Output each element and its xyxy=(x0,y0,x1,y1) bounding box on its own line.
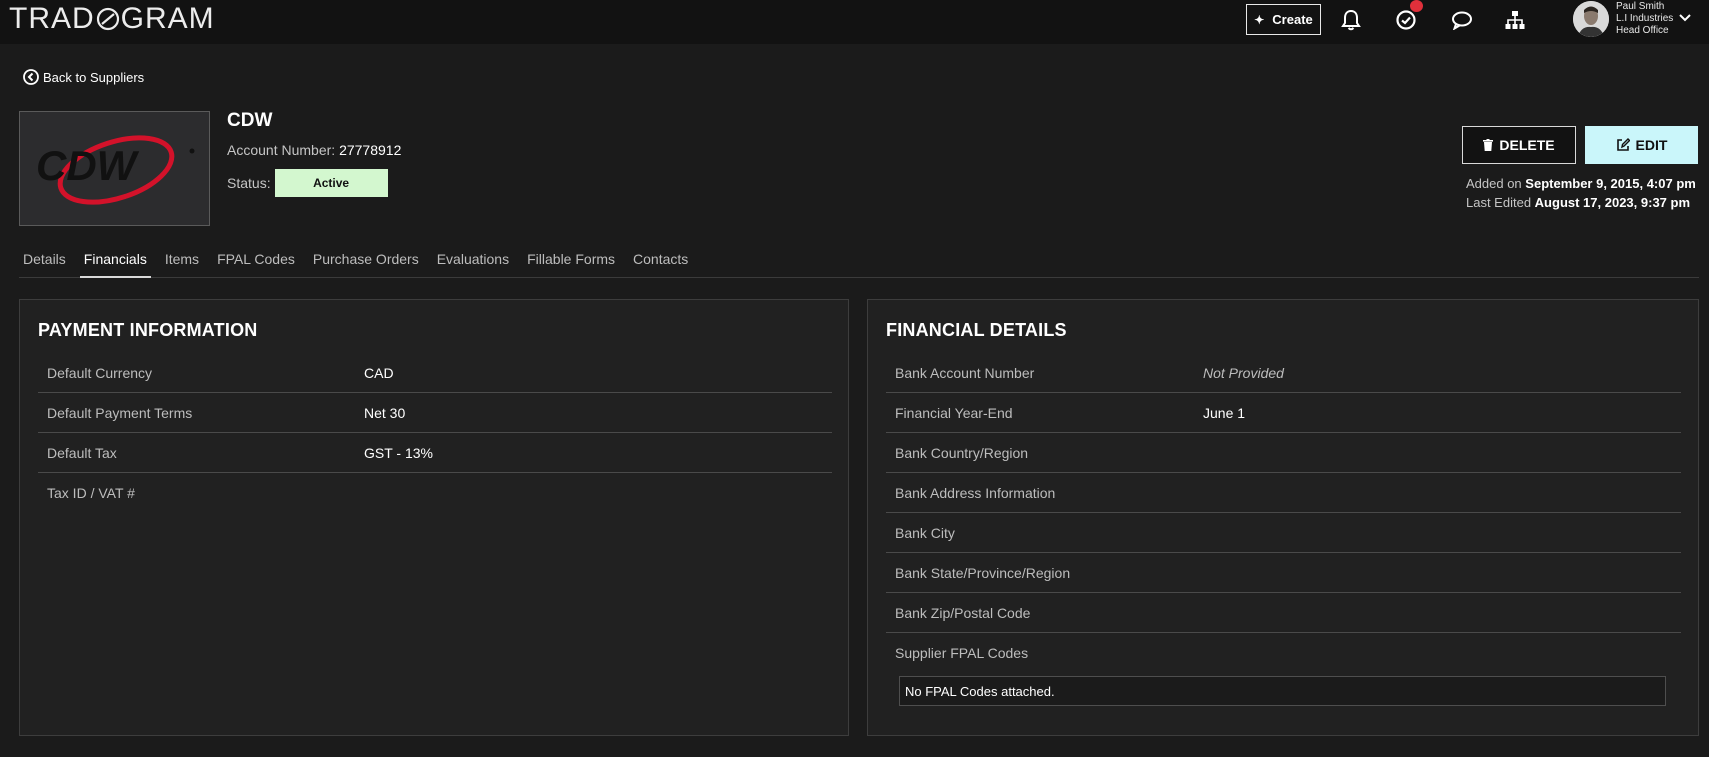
row-label: Tax ID / VAT # xyxy=(47,485,135,501)
avatar[interactable] xyxy=(1573,1,1609,37)
delete-button-label: DELETE xyxy=(1499,137,1555,153)
org-chart-icon xyxy=(1505,11,1525,29)
table-row: Default Tax GST - 13% xyxy=(38,433,832,473)
row-label: Bank City xyxy=(895,524,955,541)
panel-title: FINANCIAL DETAILS xyxy=(886,320,1067,340)
cdw-logo-text: CDW xyxy=(36,142,140,189)
delete-button[interactable]: DELETE xyxy=(1462,126,1576,164)
row-value: CAD xyxy=(364,364,394,381)
arrow-left-circle-icon xyxy=(23,69,39,85)
row-value: GST - 13% xyxy=(364,444,433,461)
tab-evaluations[interactable]: Evaluations xyxy=(433,248,513,276)
row-label: Bank Country/Region xyxy=(895,444,1029,461)
trash-icon xyxy=(1483,139,1494,151)
cdw-logo: CDW xyxy=(36,135,195,205)
row-value: June 1 xyxy=(1203,404,1246,421)
tab-contacts[interactable]: Contacts xyxy=(629,248,692,276)
table-row: Supplier FPAL Codes xyxy=(886,633,1681,673)
supplier-page: TRAD GRAM ✦ Create Paul Smith L.I Indust… xyxy=(0,0,1709,757)
payment-rows: Default Currency CAD Default Payment Ter… xyxy=(38,353,832,513)
tradogram-logo[interactable]: TRAD GRAM xyxy=(9,4,215,34)
edit-button[interactable]: EDIT xyxy=(1585,126,1698,164)
tab-fpal-codes[interactable]: FPAL Codes xyxy=(213,248,299,276)
table-row: Tax ID / VAT # xyxy=(38,473,832,513)
supplier-tabs: Details Financials Items FPAL Codes Purc… xyxy=(19,248,1699,278)
bell-icon xyxy=(1341,9,1361,31)
logo-o-icon xyxy=(96,7,119,31)
tab-fillable-forms[interactable]: Fillable Forms xyxy=(523,248,619,276)
financial-details-panel: FINANCIAL DETAILS Bank Account Number No… xyxy=(867,299,1699,736)
row-label: Default Payment Terms xyxy=(47,404,193,421)
user-name: Paul Smith xyxy=(1616,1,1665,12)
logo-text-left: TRAD xyxy=(9,2,95,35)
chevron-down-icon[interactable] xyxy=(1678,12,1692,24)
added-on-value: September 9, 2015, 4:07 pm xyxy=(1525,176,1696,191)
row-label: Supplier FPAL Codes xyxy=(895,645,1029,661)
last-edited-value: August 17, 2023, 9:37 pm xyxy=(1534,195,1691,210)
row-value: Not Provided xyxy=(1203,364,1284,381)
table-row: Default Currency CAD xyxy=(38,353,832,393)
tab-details[interactable]: Details xyxy=(19,248,70,276)
row-label: Bank Zip/Postal Code xyxy=(895,604,1031,621)
financial-rows: Bank Account Number Not Provided Financi… xyxy=(886,353,1681,673)
row-value: Net 30 xyxy=(364,404,406,421)
logo-text-right: GRAM xyxy=(120,2,215,35)
top-navigation-bar: TRAD GRAM ✦ Create Paul Smith L.I Indust… xyxy=(0,0,1709,44)
edit-icon xyxy=(1616,138,1630,151)
notification-badge xyxy=(1410,0,1423,12)
tab-financials[interactable]: Financials xyxy=(79,248,151,278)
notifications-button[interactable] xyxy=(1338,7,1364,33)
payment-information-panel: PAYMENT INFORMATION Default Currency CAD… xyxy=(19,299,849,736)
table-row: Default Payment Terms Net 30 xyxy=(38,393,832,433)
table-row: Bank Account Number Not Provided xyxy=(886,353,1681,393)
table-row: Bank State/Province/Region xyxy=(886,553,1681,593)
user-photo xyxy=(1573,1,1609,37)
create-button-label: Create xyxy=(1272,12,1313,27)
tab-purchase-orders[interactable]: Purchase Orders xyxy=(309,248,423,276)
chat-bubble-icon xyxy=(1452,11,1472,30)
user-office: Head Office xyxy=(1616,25,1669,36)
row-label: Bank State/Province/Region xyxy=(895,564,1071,581)
org-chart-button[interactable] xyxy=(1502,7,1528,33)
tab-items[interactable]: Items xyxy=(161,248,203,276)
account-number-value: 27778912 xyxy=(339,142,402,158)
table-row: Bank Address Information xyxy=(886,473,1681,513)
supplier-name: CDW xyxy=(227,110,273,131)
user-company: L.I Industries xyxy=(1616,13,1674,24)
create-button[interactable]: ✦ Create xyxy=(1246,4,1321,35)
last-edited-label: Last Edited xyxy=(1466,195,1532,210)
row-label: Default Currency xyxy=(47,364,153,381)
table-row: Bank Zip/Postal Code xyxy=(886,593,1681,633)
messages-button[interactable] xyxy=(1449,7,1475,33)
status-label: Status: xyxy=(227,175,271,191)
user-info[interactable]: Paul Smith L.I Industries Head Office xyxy=(1616,1,1673,37)
supplier-logo: CDW xyxy=(19,111,210,226)
check-circle-icon xyxy=(1396,10,1416,30)
table-row: Bank City xyxy=(886,513,1681,553)
added-on-label: Added on xyxy=(1466,176,1522,191)
record-metadata: Added on September 9, 2015, 4:07 pm Last… xyxy=(1466,174,1696,212)
plus-icon: ✦ xyxy=(1254,12,1265,27)
row-label: Financial Year-End xyxy=(895,404,1013,421)
row-label: Default Tax xyxy=(47,444,117,461)
back-link-label: Back to Suppliers xyxy=(43,69,145,85)
status-badge: Active xyxy=(274,169,388,197)
status-row: Status: Active xyxy=(227,169,388,197)
table-row: Financial Year-End June 1 xyxy=(886,393,1681,433)
back-to-suppliers-link[interactable]: Back to Suppliers xyxy=(23,69,144,85)
row-label: Bank Account Number xyxy=(895,364,1035,381)
added-on-row: Added on September 9, 2015, 4:07 pm xyxy=(1466,174,1696,193)
table-row: Bank Country/Region xyxy=(886,433,1681,473)
row-label: Bank Address Information xyxy=(895,484,1056,501)
account-number-label: Account Number: xyxy=(227,142,336,158)
account-number-row: Account Number: 27778912 xyxy=(227,142,401,158)
panel-title: PAYMENT INFORMATION xyxy=(38,320,258,340)
edit-button-label: EDIT xyxy=(1635,137,1668,153)
fpal-codes-empty-message: No FPAL Codes attached. xyxy=(899,676,1666,706)
last-edited-row: Last Edited August 17, 2023, 9:37 pm xyxy=(1466,193,1696,212)
